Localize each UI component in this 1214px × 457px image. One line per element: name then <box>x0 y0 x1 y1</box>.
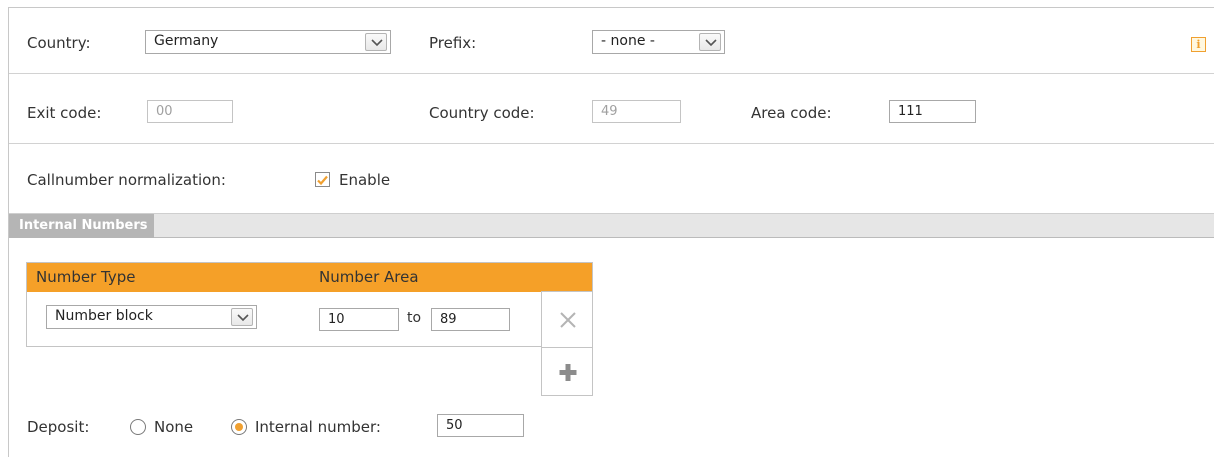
deposit-label: Deposit: <box>27 418 90 436</box>
info-icon[interactable]: i <box>1191 37 1206 52</box>
internal-numbers-table: Number Type Number Area Number block 10 … <box>26 262 593 347</box>
country-select[interactable]: Germany <box>145 30 391 54</box>
add-row-button[interactable] <box>541 347 593 396</box>
normalization-label: Callnumber normalization: <box>27 171 226 189</box>
number-type-select-value: Number block <box>55 308 153 324</box>
exit-code-field[interactable]: 00 <box>147 100 233 123</box>
telephony-settings-panel: Country: Germany Prefix: - none - i Exit… <box>8 7 1214 457</box>
prefix-select-value: - none - <box>601 33 655 49</box>
normalization-row: Callnumber normalization: Enable <box>9 144 1214 213</box>
column-header-number-area: Number Area <box>319 268 419 286</box>
deposit-internal-radio[interactable] <box>231 419 247 435</box>
country-code-field[interactable]: 49 <box>592 100 681 123</box>
range-to-label: to <box>407 310 422 326</box>
column-header-number-type: Number Type <box>36 268 136 286</box>
area-code-field[interactable]: 111 <box>889 100 976 123</box>
range-from-field[interactable]: 10 <box>319 308 399 331</box>
chevron-down-icon <box>365 33 387 51</box>
plus-icon <box>559 364 577 381</box>
enable-checkbox-label[interactable]: Enable <box>339 171 390 189</box>
deposit-internal-label[interactable]: Internal number: <box>255 418 381 436</box>
table-header: Number Type Number Area <box>27 263 592 292</box>
prefix-label: Prefix: <box>429 34 477 52</box>
area-code-label: Area code: <box>751 104 832 122</box>
country-select-value: Germany <box>154 33 219 49</box>
deposit-internal-number-field[interactable]: 50 <box>437 414 524 437</box>
country-code-label: Country code: <box>429 104 535 122</box>
exit-code-label: Exit code: <box>27 104 102 122</box>
deposit-none-radio[interactable] <box>130 419 146 435</box>
section-title: Internal Numbers <box>9 214 154 238</box>
table-row: Number block 10 to 89 <box>27 292 592 346</box>
remove-row-button[interactable] <box>541 291 593 348</box>
country-label: Country: <box>27 34 91 52</box>
check-icon <box>317 175 328 186</box>
codes-row: Exit code: 00 Country code: 49 Area code… <box>9 74 1214 144</box>
number-type-select[interactable]: Number block <box>46 305 257 329</box>
internal-numbers-section-bar: Internal Numbers <box>9 213 1214 238</box>
chevron-down-icon <box>699 33 721 51</box>
enable-checkbox[interactable] <box>315 172 330 187</box>
chevron-down-icon <box>231 308 253 326</box>
prefix-select[interactable]: - none - <box>592 30 725 54</box>
close-icon <box>560 312 576 328</box>
country-row: Country: Germany Prefix: - none - i <box>9 8 1214 74</box>
range-to-field[interactable]: 89 <box>431 308 510 331</box>
deposit-none-label[interactable]: None <box>154 418 193 436</box>
